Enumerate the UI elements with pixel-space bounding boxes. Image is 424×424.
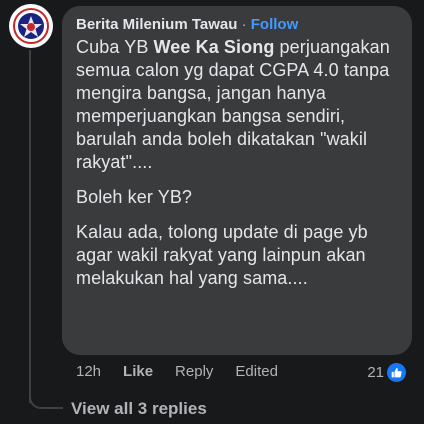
like-button[interactable]: Like <box>123 362 153 382</box>
comment-paragraph: Boleh ker YB? <box>76 187 193 207</box>
like-icon <box>387 362 406 382</box>
reaction-count: 21 <box>367 363 384 381</box>
comment-paragraph: Cuba YB Wee Ka Siong perjuangakan semua … <box>76 36 398 174</box>
view-replies-link[interactable]: View all 3 replies <box>71 398 207 420</box>
edited-label: Edited <box>235 363 278 380</box>
comment-actions: 12h Like Reply Edited <box>76 362 300 382</box>
comment-thread: Berita Milenium Tawau · Follow Cuba YB W… <box>0 0 424 424</box>
timestamp[interactable]: 12h <box>76 362 101 382</box>
comment-paragraph: Kalau ada, tolong update di page yb agar… <box>76 222 368 288</box>
page-logo-icon <box>10 5 52 47</box>
comment-body: Cuba YB Wee Ka Siong perjuangakan semua … <box>76 36 398 290</box>
thread-connector-curve <box>29 385 63 409</box>
thread-connector-line <box>29 50 31 403</box>
reaction-summary[interactable]: 21 <box>367 362 406 382</box>
comment-text: perjuangakan semua calon yg dapat CGPA 4… <box>76 37 390 172</box>
separator-dot: · <box>241 16 247 33</box>
follow-button[interactable]: Follow <box>251 16 299 33</box>
comment-bubble: Berita Milenium Tawau · Follow Cuba YB W… <box>62 6 412 355</box>
comment-text-prefix: Cuba YB <box>76 37 149 57</box>
comment-author[interactable]: Berita Milenium Tawau <box>76 16 237 33</box>
comment-header: Berita Milenium Tawau · Follow <box>76 15 398 34</box>
mention-link[interactable]: Wee Ka Siong <box>154 37 275 57</box>
reply-button[interactable]: Reply <box>175 362 213 382</box>
avatar[interactable] <box>9 4 53 48</box>
